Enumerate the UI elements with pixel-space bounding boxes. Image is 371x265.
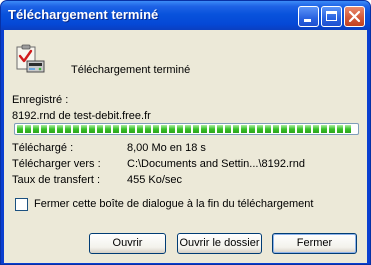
close-window-button[interactable] [344, 6, 365, 27]
progress-segment [249, 125, 255, 133]
progress-segment [89, 125, 95, 133]
transfer-rate-value: 455 Ko/sec [127, 174, 183, 186]
progress-segment [297, 125, 303, 133]
progress-segment [241, 125, 247, 133]
progress-segment [305, 125, 311, 133]
download-complete-icon [14, 43, 46, 75]
maximize-icon [326, 11, 337, 21]
progress-segment [113, 125, 119, 133]
progress-segment [169, 125, 175, 133]
progress-segment [185, 125, 191, 133]
progress-segment [225, 125, 231, 133]
progress-segment [41, 125, 47, 133]
downloaded-value: 8,00 Mo en 18 s [127, 142, 206, 154]
title-bar[interactable]: Téléchargement terminé [1, 1, 370, 30]
progress-segment [265, 125, 271, 133]
destination-value: C:\Documents and Settin...\8192.rnd [127, 158, 305, 170]
progress-segment [17, 125, 23, 133]
close-on-finish-label[interactable]: Fermer cette boîte de dialogue à la fin … [34, 198, 313, 210]
progress-segment [57, 125, 63, 133]
header-message: Téléchargement terminé [71, 64, 191, 76]
progress-segment [209, 125, 215, 133]
destination-label: Télécharger vers : [12, 158, 101, 170]
progress-segment [329, 125, 335, 133]
progress-segment [25, 125, 31, 133]
progress-segment [97, 125, 103, 133]
progress-segment [233, 125, 239, 133]
progress-segment [257, 125, 263, 133]
progress-segment [137, 125, 143, 133]
progress-segment [321, 125, 327, 133]
progress-segment [217, 125, 223, 133]
progress-segment [33, 125, 39, 133]
close-on-finish-checkbox[interactable] [15, 198, 28, 211]
window-title: Téléchargement terminé [8, 7, 159, 22]
progress-segment [345, 125, 351, 133]
progress-segment [201, 125, 207, 133]
progress-segment [105, 125, 111, 133]
progress-segment [145, 125, 151, 133]
progress-segment [121, 125, 127, 133]
download-progress-bar [14, 123, 359, 135]
dialog-body: Téléchargement terminé Enregistré : 8192… [4, 30, 367, 263]
progress-segment [273, 125, 279, 133]
progress-segment [49, 125, 55, 133]
progress-segment [65, 125, 71, 133]
minimize-button[interactable] [298, 6, 319, 27]
close-button[interactable]: Fermer [272, 233, 357, 254]
progress-segment [81, 125, 87, 133]
progress-segment [313, 125, 319, 133]
transfer-rate-label: Taux de transfert : [12, 174, 101, 186]
close-icon [348, 10, 361, 23]
minimize-icon [304, 19, 311, 22]
progress-segment [153, 125, 159, 133]
progress-segment [337, 125, 343, 133]
progress-segment [281, 125, 287, 133]
progress-segment [129, 125, 135, 133]
downloaded-label: Téléchargé : [12, 142, 74, 154]
progress-segment [177, 125, 183, 133]
maximize-button[interactable] [321, 6, 342, 27]
progress-segment [161, 125, 167, 133]
open-button[interactable]: Ouvrir [89, 233, 166, 254]
saved-value: 8192.rnd de test-debit.free.fr [12, 110, 151, 122]
progress-segment [289, 125, 295, 133]
download-complete-window: Téléchargement terminé Téléchargement te… [0, 0, 371, 265]
progress-segment [73, 125, 79, 133]
progress-segment [193, 125, 199, 133]
saved-label: Enregistré : [12, 94, 69, 106]
open-folder-button[interactable]: Ouvrir le dossier [177, 233, 262, 254]
